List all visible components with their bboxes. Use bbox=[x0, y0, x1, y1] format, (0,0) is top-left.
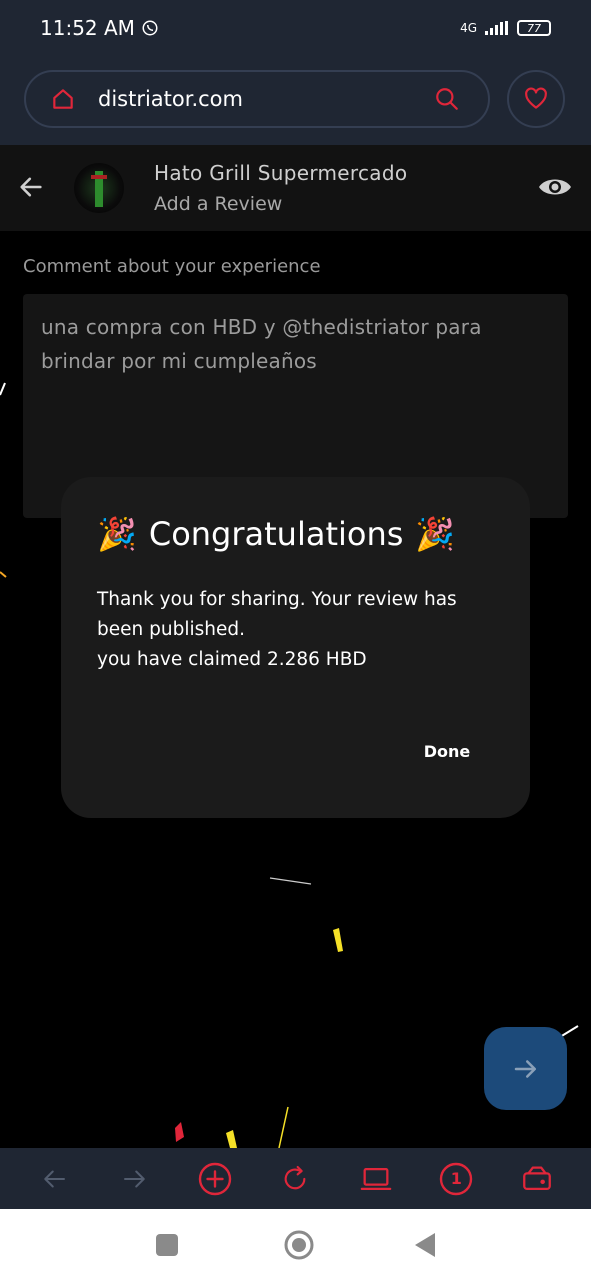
dialog-title-row: 🎉 Congratulations 🎉 bbox=[97, 515, 455, 553]
network-label: 4G bbox=[460, 21, 477, 35]
congratulations-dialog: 🎉 Congratulations 🎉 Thank you for sharin… bbox=[61, 477, 530, 818]
home-nav-icon[interactable] bbox=[284, 1230, 314, 1260]
browser-bar: distriator.com bbox=[0, 56, 591, 145]
back-arrow-icon[interactable] bbox=[17, 173, 45, 201]
confetti-piece bbox=[226, 1130, 237, 1148]
toolbar-wallet-button[interactable] bbox=[516, 1158, 558, 1200]
whatsapp-icon bbox=[142, 20, 158, 36]
confetti-piece bbox=[278, 1106, 289, 1149]
dialog-message-line2: you have claimed 2.286 HBD bbox=[97, 649, 367, 670]
heart-icon bbox=[525, 87, 547, 109]
party-popper-icon: 🎉 bbox=[415, 515, 456, 553]
status-time: 11:52 AM bbox=[40, 16, 135, 40]
avatar-accent bbox=[91, 175, 107, 179]
confetti-piece bbox=[269, 877, 312, 885]
status-bar: 11:52 AM 4G 77 bbox=[0, 0, 591, 56]
toolbar-back-button[interactable] bbox=[33, 1158, 75, 1200]
toolbar-forward-button[interactable] bbox=[114, 1158, 156, 1200]
back-nav-icon[interactable] bbox=[414, 1232, 436, 1258]
wallet-icon bbox=[522, 1166, 551, 1190]
bottom-toolbar: 1 bbox=[0, 1148, 591, 1209]
review-header: Hato Grill Supermercado Add a Review bbox=[0, 145, 591, 231]
business-avatar bbox=[74, 163, 124, 213]
tabs-count: 1 bbox=[450, 1169, 462, 1188]
toolbar-tabs-button[interactable]: 1 bbox=[435, 1158, 477, 1200]
arrow-left-icon bbox=[44, 1170, 66, 1187]
reload-icon bbox=[285, 1165, 306, 1189]
url-field[interactable]: distriator.com bbox=[24, 70, 490, 128]
dialog-message-line1: Thank you for sharing. Your review has b… bbox=[97, 589, 457, 640]
toolbar-reload-button[interactable] bbox=[274, 1158, 316, 1200]
dialog-title: Congratulations bbox=[148, 515, 404, 553]
arrow-right-icon bbox=[514, 1059, 536, 1078]
dialog-message: Thank you for sharing. Your review has b… bbox=[97, 585, 497, 675]
home-icon[interactable] bbox=[50, 86, 76, 112]
page-subtitle: Add a Review bbox=[154, 193, 283, 215]
confetti-piece bbox=[0, 571, 7, 578]
party-popper-icon: 🎉 bbox=[97, 515, 137, 553]
system-nav-bar bbox=[0, 1209, 591, 1280]
status-left: 11:52 AM bbox=[40, 16, 159, 40]
toolbar-new-tab-button[interactable] bbox=[194, 1158, 236, 1200]
done-button[interactable]: Done bbox=[409, 733, 485, 769]
plus-circle-icon bbox=[198, 1162, 232, 1195]
search-icon[interactable] bbox=[434, 86, 460, 112]
confetti-piece bbox=[333, 928, 343, 952]
favorite-button[interactable] bbox=[507, 70, 565, 128]
status-right: 4G 77 bbox=[460, 20, 551, 36]
confetti-piece bbox=[175, 1122, 184, 1142]
comment-label: Comment about your experience bbox=[23, 256, 321, 277]
toolbar-desktop-button[interactable] bbox=[355, 1158, 397, 1200]
laptop-icon bbox=[360, 1167, 392, 1190]
recents-button[interactable] bbox=[155, 1233, 178, 1256]
next-fab-button[interactable] bbox=[484, 1027, 567, 1110]
arrow-right-icon bbox=[123, 1170, 145, 1187]
business-name: Hato Grill Supermercado bbox=[154, 161, 408, 185]
eye-icon[interactable] bbox=[537, 173, 573, 201]
url-text[interactable]: distriator.com bbox=[98, 87, 243, 111]
confetti-piece bbox=[0, 382, 6, 396]
signal-icon bbox=[485, 21, 508, 35]
battery-indicator: 77 bbox=[517, 20, 551, 36]
